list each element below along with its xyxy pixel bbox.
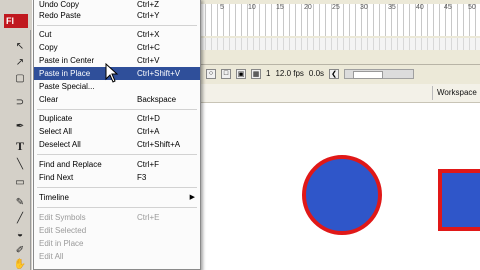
- app-badge: Fl: [4, 14, 28, 28]
- menu-item-shortcut: Ctrl+Y: [137, 11, 160, 20]
- menu-item-label: Copy: [39, 43, 58, 52]
- onion-skin-icon[interactable]: ○: [206, 68, 216, 79]
- menu-separator: [37, 25, 197, 26]
- pen-icon[interactable]: ✒: [14, 120, 26, 132]
- menu-item-shortcut: Ctrl+Shift+V: [137, 69, 181, 78]
- frame-number: 5: [220, 4, 224, 11]
- frame-number: 25: [332, 4, 340, 11]
- menu-item-cut[interactable]: Cut Ctrl+X: [34, 28, 200, 41]
- menu-item-label: Clear: [39, 95, 59, 104]
- frame-number: 40: [416, 4, 424, 11]
- menu-item-edit-selected: Edit Selected: [34, 224, 200, 237]
- current-frame: 1: [266, 69, 271, 78]
- menu-item-shortcut: Ctrl+F: [137, 160, 159, 169]
- menu-item-duplicate[interactable]: Duplicate Ctrl+D: [34, 112, 200, 125]
- pencil-icon[interactable]: ✎: [14, 196, 26, 208]
- menu-item-shortcut: Ctrl+V: [137, 56, 160, 65]
- menu-separator: [37, 109, 197, 110]
- frame-ruler[interactable]: 5 10 15 20 25 30 35 40 45 50: [200, 4, 480, 36]
- edit-bar: Workspace: [200, 84, 480, 103]
- scroll-left-icon[interactable]: ❮: [329, 68, 340, 79]
- frame-number: 10: [248, 4, 256, 11]
- frame-number: 35: [388, 4, 396, 11]
- menu-item-shortcut: Ctrl+A: [137, 127, 160, 136]
- frame-number: 45: [444, 4, 452, 11]
- menu-separator: [37, 154, 197, 155]
- subselect-tool-icon[interactable]: ↗: [14, 56, 26, 68]
- menu-item-edit-symbols: Edit Symbols Ctrl+E: [34, 211, 200, 224]
- menu-item-shortcut: Ctrl+E: [137, 213, 160, 222]
- menu-item-shortcut: F3: [137, 173, 147, 182]
- onion-markers-icon[interactable]: ▦: [251, 68, 261, 79]
- toolbox-divider: [30, 30, 31, 270]
- menu-separator: [37, 207, 197, 208]
- menu-item-label: Edit in Place: [39, 239, 84, 248]
- menu-item-label: Find and Replace: [39, 160, 102, 169]
- eyedropper-icon[interactable]: ✐: [14, 244, 26, 256]
- menu-item-redo[interactable]: Redo Paste Ctrl+Y: [34, 9, 200, 22]
- menu-separator: [37, 187, 197, 188]
- menu-item-shortcut: Ctrl+D: [137, 114, 160, 123]
- mouse-cursor-icon: [105, 63, 119, 83]
- onion-outline-icon[interactable]: □: [221, 68, 231, 79]
- arrow-tool-icon[interactable]: ↖: [14, 40, 26, 52]
- frame-cells[interactable]: [200, 38, 480, 50]
- toolbox: Fl ↖ ↗ ▢ ⊃ ✒ T ╲ ▭ ✎ ╱ ◒ ✐ ✋: [0, 0, 32, 270]
- frame-number: 50: [468, 4, 476, 11]
- menu-item-label: Duplicate: [39, 114, 73, 123]
- paint-bucket-icon[interactable]: ◒: [14, 228, 26, 240]
- menu-item-label: Select All: [39, 127, 72, 136]
- brush-icon[interactable]: ╱: [14, 212, 26, 224]
- menu-item-clear[interactable]: Clear Backspace: [34, 93, 200, 106]
- menu-item-label: Edit All: [39, 252, 64, 261]
- frame-rate: 12.0 fps: [275, 69, 304, 78]
- menu-item-label: Cut: [39, 30, 52, 39]
- frame-number: 20: [304, 4, 312, 11]
- frame-number: 30: [360, 4, 368, 11]
- circle-shape[interactable]: [302, 155, 382, 235]
- lasso-icon[interactable]: ⊃: [14, 96, 26, 108]
- menu-item-label: Edit Symbols: [39, 213, 86, 222]
- timeline-scroll-thumb[interactable]: [353, 70, 384, 79]
- rectangle-tool-icon[interactable]: ▭: [14, 176, 26, 188]
- submenu-arrow-icon: ▶: [189, 194, 195, 201]
- edit-menu: Undo Copy Ctrl+Z Redo Paste Ctrl+Y Cut Ctrl…: [33, 0, 201, 270]
- menu-item-label: Paste in Place: [39, 69, 91, 78]
- menu-item-select-all[interactable]: Select All Ctrl+A: [34, 125, 200, 138]
- line-tool-icon[interactable]: ╲: [14, 158, 26, 170]
- menu-item-copy[interactable]: Copy Ctrl+C: [34, 41, 200, 54]
- elapsed-time: 0.0s: [308, 69, 325, 78]
- edit-multiple-frames-icon[interactable]: ▣: [236, 68, 246, 79]
- menu-item-label: Deselect All: [39, 140, 81, 149]
- menu-item-shortcut: Ctrl+C: [137, 43, 160, 52]
- menu-item-label: Paste Special...: [39, 82, 95, 91]
- frame-number: 15: [276, 4, 284, 11]
- timeline-scrollbar[interactable]: [344, 68, 415, 79]
- menu-item-find-next[interactable]: Find Next F3: [34, 171, 200, 184]
- menu-item-shortcut: Backspace: [137, 95, 177, 104]
- menu-item-label: Redo Paste: [39, 11, 81, 20]
- menu-item-edit-all: Edit All: [34, 250, 200, 263]
- timeline-status-bar: ○ □ ▣ ▦ 1 12.0 fps 0.0s ❮: [200, 64, 480, 82]
- frame-numbers: 5 10 15 20 25 30 35 40 45 50: [200, 4, 480, 14]
- menu-item-label: Find Next: [39, 173, 74, 182]
- menu-item-find-and-replace[interactable]: Find and Replace Ctrl+F: [34, 158, 200, 171]
- menu-item-deselect-all[interactable]: Deselect All Ctrl+Shift+A: [34, 138, 200, 151]
- menu-item-label: Paste in Center: [39, 56, 95, 65]
- stage[interactable]: [200, 103, 480, 270]
- free-transform-icon[interactable]: ▢: [14, 72, 26, 84]
- square-shape[interactable]: [438, 169, 480, 231]
- hand-icon[interactable]: ✋: [14, 258, 26, 270]
- menu-item-label: Edit Selected: [39, 226, 87, 235]
- timeline-panel: 5 10 15 20 25 30 35 40 45 50 ○ □ ▣ ▦ 1 1…: [200, 0, 480, 84]
- menu-item-shortcut: Ctrl+Shift+A: [137, 140, 181, 149]
- menu-item-timeline[interactable]: Timeline ▶: [34, 191, 200, 204]
- menu-item-label: Timeline: [39, 193, 69, 202]
- workspace-button[interactable]: Workspace: [432, 86, 480, 100]
- text-tool-icon[interactable]: T: [14, 139, 26, 153]
- menu-item-edit-in-place: Edit in Place: [34, 237, 200, 250]
- menu-item-shortcut: Ctrl+X: [137, 30, 160, 39]
